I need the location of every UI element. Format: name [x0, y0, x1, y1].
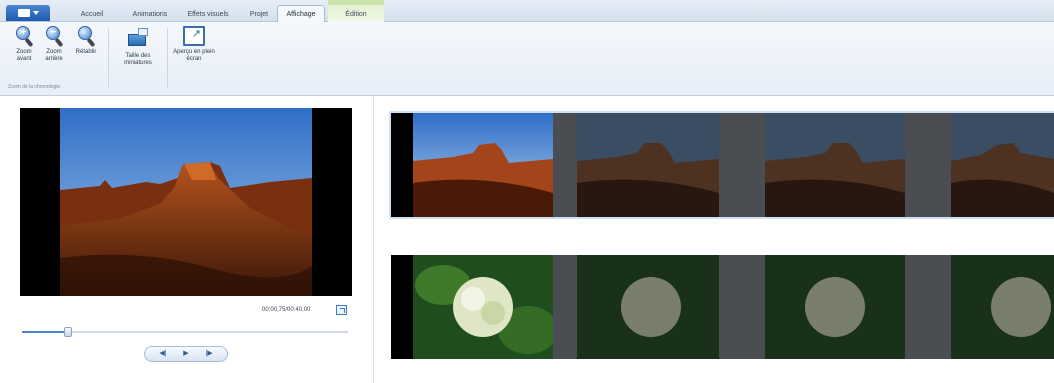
- seek-thumb[interactable]: [63, 327, 72, 337]
- thumbnail-size-button[interactable]: Taille des miniatures: [114, 26, 162, 67]
- clip-separator: [719, 255, 765, 359]
- reset-zoom-icon: [77, 26, 96, 48]
- zoom-in-button[interactable]: + Zoom avant: [10, 26, 38, 63]
- storyboard-clip-hydrangea[interactable]: [391, 255, 1054, 359]
- clip-thumbnail: [413, 255, 553, 359]
- clip-separator: [905, 255, 951, 359]
- play-icon[interactable]: ▶: [183, 350, 188, 358]
- thumbnail-size-icon: [124, 26, 152, 50]
- tab-edition[interactable]: Édition: [328, 5, 384, 23]
- clip-thumbnail: [765, 255, 905, 359]
- ribbon-separator: [167, 28, 168, 88]
- clip-thumbnail: [413, 113, 553, 217]
- tab-affichage[interactable]: Affichage: [277, 5, 325, 23]
- clip-thumbnail: [951, 255, 1054, 359]
- storyboard-clip-desert[interactable]: [389, 111, 1054, 219]
- tab-effets-visuels[interactable]: Effets visuels: [182, 7, 234, 22]
- zoom-out-button[interactable]: − Zoom arrière: [40, 26, 68, 63]
- zoom-out-label: Zoom arrière: [45, 49, 63, 62]
- fullscreen-preview-label: Aperçu en plein écran: [173, 49, 215, 62]
- fullscreen-icon: ↗: [183, 26, 205, 46]
- clip-separator: [905, 113, 951, 217]
- clip-separator: [553, 255, 577, 359]
- clip-separator: [553, 113, 577, 217]
- next-frame-icon[interactable]: |▶: [205, 350, 212, 358]
- clip-thumbnail: [951, 113, 1054, 217]
- timecode-display: 00:00,75/00:40,00: [262, 307, 311, 313]
- ribbon-tab-strip: Accueil Animations Effets visuels Projet…: [0, 0, 1054, 23]
- clip-thumbnail: [765, 113, 905, 217]
- seek-progress: [22, 331, 68, 333]
- movie-maker-window: Accueil Animations Effets visuels Projet…: [0, 0, 1054, 383]
- chevron-down-icon: [32, 11, 39, 15]
- previous-frame-icon[interactable]: ◀|: [159, 350, 166, 358]
- preview-monitor: [20, 108, 352, 296]
- reset-zoom-label: Rétablir: [75, 49, 97, 55]
- storyboard-pane: [375, 96, 1054, 383]
- clip-separator: [719, 113, 765, 217]
- tab-projet[interactable]: Projet: [240, 7, 278, 22]
- ribbon-group-caption: Zoom de la chronologie: [8, 84, 61, 90]
- zoom-in-icon: +: [15, 26, 34, 48]
- ribbon-panel: + Zoom avant − Zoom arrière Rétablir Tai…: [0, 22, 1054, 96]
- fullscreen-toggle-button[interactable]: [336, 305, 347, 315]
- seek-slider[interactable]: [22, 327, 348, 337]
- preview-pane: 00:00,75/00:40,00 ◀| ▶ |▶: [0, 96, 374, 383]
- thumbnail-size-label: Taille des miniatures: [124, 53, 152, 66]
- clip-thumbnail: [577, 113, 719, 217]
- fullscreen-preview-button[interactable]: ↗ Aperçu en plein écran: [170, 26, 218, 63]
- zoom-out-icon: −: [45, 26, 64, 48]
- preview-image: [60, 108, 312, 296]
- clip-thumbnail: [577, 255, 719, 359]
- ribbon-separator: [108, 28, 109, 88]
- tab-animations[interactable]: Animations: [124, 7, 176, 22]
- application-menu-button[interactable]: [6, 5, 50, 21]
- playback-controls: ◀| ▶ |▶: [144, 346, 228, 362]
- zoom-in-label: Zoom avant: [16, 49, 32, 62]
- document-icon: [17, 9, 30, 17]
- reset-zoom-button[interactable]: Rétablir: [70, 26, 102, 56]
- tab-accueil[interactable]: Accueil: [72, 7, 112, 22]
